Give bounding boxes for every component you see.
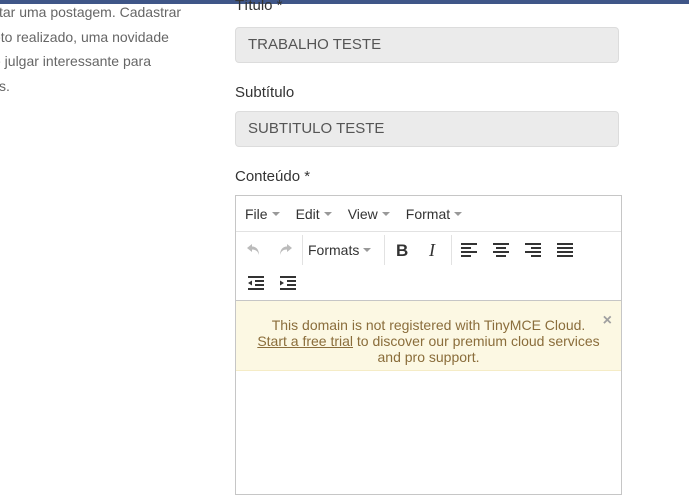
editor-toolbar: Formats B I xyxy=(236,232,621,301)
indent-button[interactable] xyxy=(274,269,302,297)
tinymce-domain-notice: This domain is not registered with TinyM… xyxy=(236,301,621,371)
menu-file-label: File xyxy=(245,205,268,222)
menu-format[interactable]: Format xyxy=(405,205,463,222)
description-line: ztar uma postagem. Cadastrar xyxy=(0,4,182,20)
align-left-icon xyxy=(461,243,477,257)
description-text: ztar uma postagem. Cadastrar eto realiza… xyxy=(0,0,212,98)
subtitulo-label: Subtítulo xyxy=(235,84,295,101)
formats-label: Formats xyxy=(308,242,360,258)
menu-edit-label: Edit xyxy=(295,205,320,222)
indent-icon xyxy=(280,276,296,290)
editor-menubar: File Edit View Format xyxy=(236,196,621,232)
toolbar-divider xyxy=(451,235,452,265)
notice-line2: Start a free trial to discover our premi… xyxy=(236,333,621,349)
menu-view-label: View xyxy=(347,205,378,222)
chevron-down-icon xyxy=(454,211,463,216)
italic-icon: I xyxy=(428,242,436,258)
notice-line1: This domain is not registered with TinyM… xyxy=(271,317,586,333)
align-center-button[interactable] xyxy=(487,236,515,264)
description-line: e julgar interessante para xyxy=(0,53,151,69)
notice-line2-text: to discover our premium cloud services xyxy=(353,333,600,349)
redo-button[interactable] xyxy=(271,236,299,264)
close-icon[interactable]: × xyxy=(603,313,612,329)
outdent-icon xyxy=(248,276,264,290)
menu-format-label: Format xyxy=(405,205,451,222)
svg-text:B: B xyxy=(396,242,408,258)
subtitulo-input[interactable]: SUBTITULO TESTE xyxy=(235,111,619,147)
outdent-button[interactable] xyxy=(242,269,270,297)
svg-text:I: I xyxy=(428,242,436,258)
toolbar-divider xyxy=(384,235,385,265)
italic-button[interactable]: I xyxy=(420,236,448,264)
align-justify-button[interactable] xyxy=(551,236,579,264)
align-right-icon xyxy=(525,243,541,257)
conteudo-label: Conteúdo * xyxy=(235,168,311,185)
align-left-button[interactable] xyxy=(455,236,483,264)
bold-icon: B xyxy=(396,242,408,258)
chevron-down-icon xyxy=(323,211,332,216)
menu-file[interactable]: File xyxy=(245,206,280,222)
rich-text-editor: File Edit View Format Formats B I This d… xyxy=(235,195,622,495)
bold-button[interactable]: B xyxy=(388,236,416,264)
description-line: eto realizado, uma novidade xyxy=(0,28,169,45)
formats-dropdown[interactable]: Formats xyxy=(308,236,372,264)
titulo-input[interactable]: TRABALHO TESTE xyxy=(235,27,619,63)
toolbar-divider xyxy=(302,235,303,265)
chevron-down-icon xyxy=(271,211,280,216)
align-right-button[interactable] xyxy=(519,236,547,264)
free-trial-link[interactable]: Start a free trial xyxy=(257,333,353,349)
chevron-down-icon xyxy=(381,211,390,216)
undo-button[interactable] xyxy=(240,236,268,264)
titulo-label: Título * xyxy=(235,0,283,14)
align-center-icon xyxy=(493,243,509,257)
redo-icon xyxy=(280,244,292,255)
description-line: s. xyxy=(0,77,10,94)
menu-view[interactable]: View xyxy=(348,206,390,222)
undo-icon xyxy=(247,244,259,255)
chevron-down-icon xyxy=(363,248,372,252)
notice-line3: and pro support. xyxy=(377,349,480,365)
align-justify-icon xyxy=(557,243,573,257)
menu-edit[interactable]: Edit xyxy=(296,206,332,222)
